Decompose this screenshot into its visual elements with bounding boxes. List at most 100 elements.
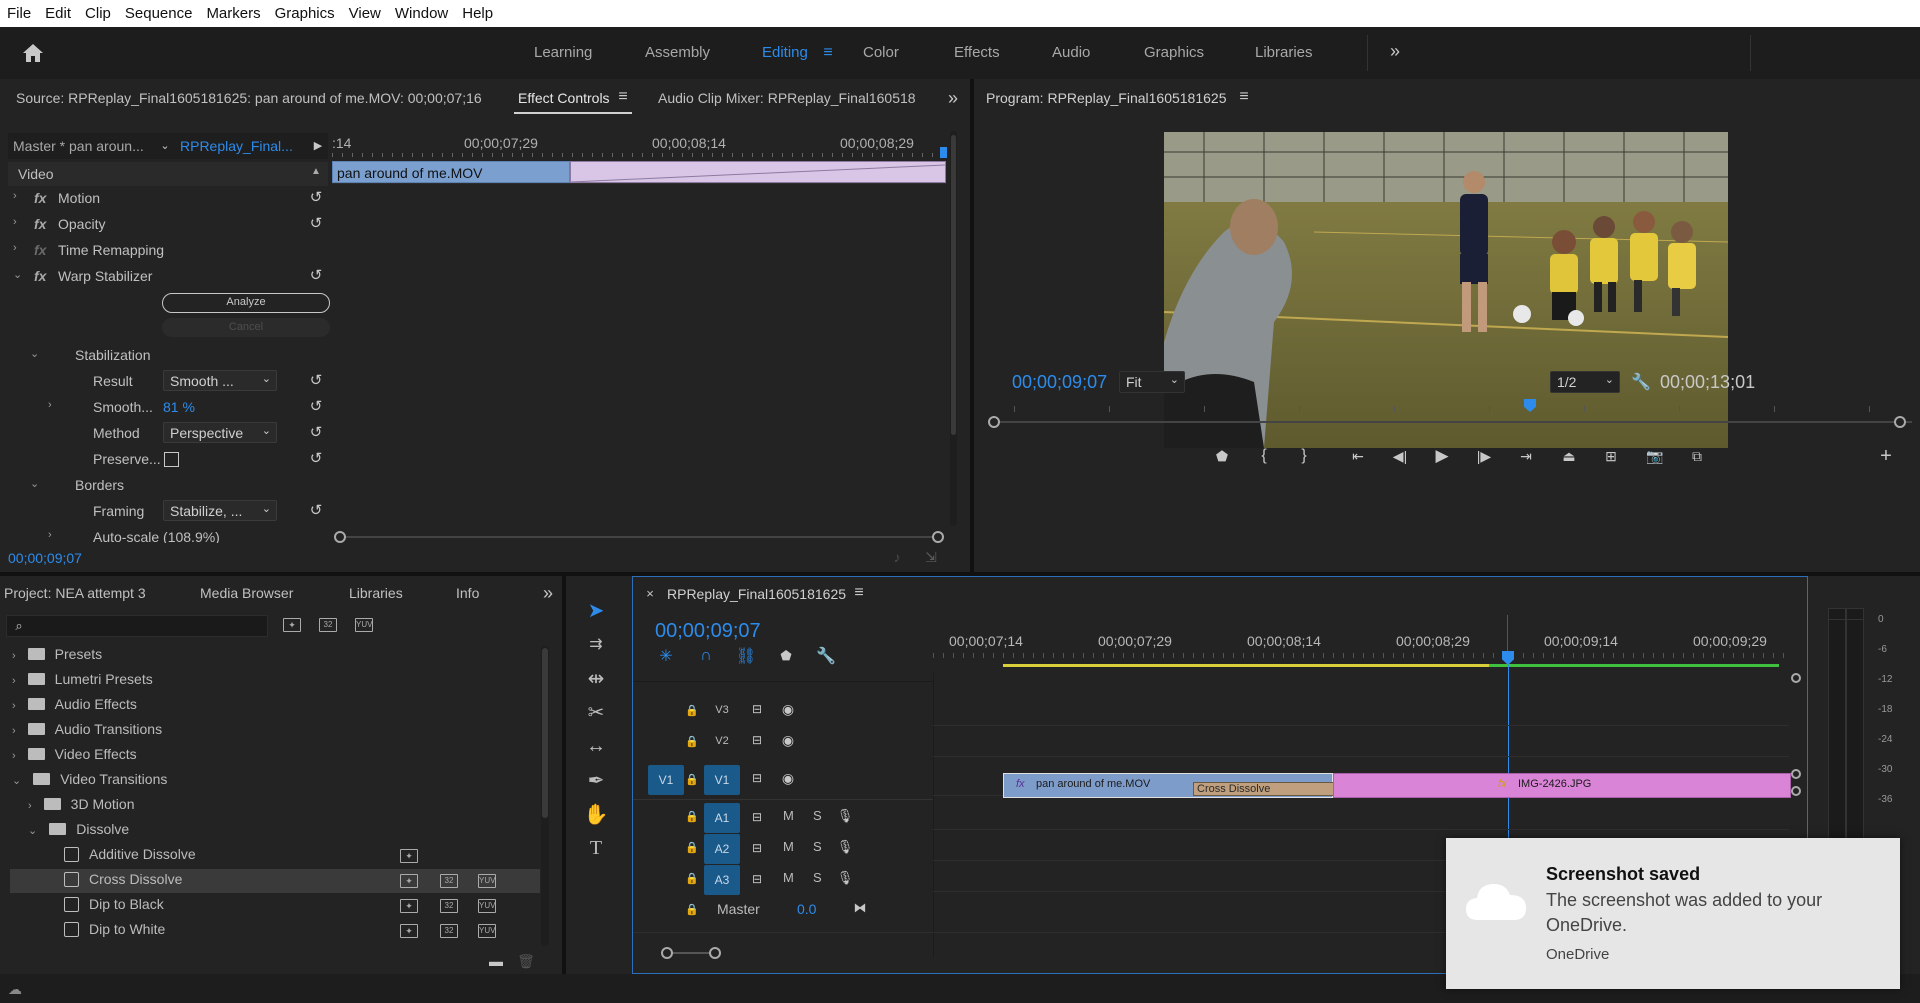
expand-icon[interactable]: ›: [48, 399, 52, 411]
fx-icon[interactable]: fx: [34, 268, 46, 284]
workspace-color[interactable]: Color: [863, 44, 899, 61]
add-marker-icon[interactable]: ⬟: [1210, 444, 1234, 468]
analyze-button[interactable]: Analyze: [162, 293, 330, 313]
workspace-assembly[interactable]: Assembly: [645, 44, 710, 61]
program-zoom-bar[interactable]: [992, 421, 1912, 423]
mark-in-icon[interactable]: {: [1252, 444, 1276, 468]
microphone-icon[interactable]: 🎙: [837, 807, 854, 825]
menu-markers[interactable]: Markers: [199, 5, 267, 22]
selection-tool-icon[interactable]: ➤: [582, 596, 610, 624]
panel-menu-icon[interactable]: ≡: [1236, 88, 1252, 106]
tab-audio-clip-mixer[interactable]: Audio Clip Mixer: RPReplay_Final160518: [658, 90, 920, 106]
sync-lock-icon[interactable]: ⊟: [748, 840, 766, 856]
reset-icon[interactable]: ↺: [308, 399, 324, 415]
close-icon[interactable]: ×: [643, 586, 657, 601]
lock-icon[interactable]: 🔒: [685, 840, 699, 854]
list-item[interactable]: ⌄ Dissolve: [28, 821, 129, 845]
extract-icon[interactable]: ⊞: [1598, 444, 1624, 468]
wrench-icon[interactable]: 🔧: [815, 645, 837, 667]
reset-icon[interactable]: ↺: [308, 216, 324, 232]
microphone-icon[interactable]: 🎙: [837, 869, 854, 887]
project-scrollbar[interactable]: [541, 646, 549, 946]
reset-icon[interactable]: ↺: [308, 425, 324, 441]
accelerated-effects-icon[interactable]: ✦: [283, 618, 301, 632]
track-label-v3[interactable]: V3: [704, 697, 740, 723]
effect-clip-bar[interactable]: pan around of me.MOV: [332, 161, 570, 183]
ripple-edit-tool-icon[interactable]: ⇹: [582, 664, 610, 692]
effect-timeline-ruler[interactable]: :14 00;00;07;29 00;00;08;14 00;00;08;29: [332, 131, 947, 159]
lock-icon[interactable]: 🔒: [685, 703, 699, 717]
workspace-libraries[interactable]: Libraries: [1255, 44, 1313, 61]
zoom-handle-left[interactable]: [661, 947, 673, 959]
time-remapping-row[interactable]: › fx Time Remapping: [8, 238, 328, 262]
list-item[interactable]: › Audio Effects: [12, 696, 137, 720]
tab-project[interactable]: Project: NEA attempt 3: [4, 585, 146, 601]
smoothness-value[interactable]: 81 %: [163, 399, 195, 415]
go-to-in-icon[interactable]: ⇤: [1346, 444, 1370, 468]
solo-button[interactable]: S: [813, 839, 822, 854]
reset-icon[interactable]: ↺: [308, 503, 324, 519]
more-workspaces-icon[interactable]: »: [1385, 41, 1405, 61]
workspace-editing[interactable]: Editing: [762, 44, 808, 61]
expand-icon[interactable]: ›: [48, 529, 52, 541]
wrench-icon[interactable]: 🔧: [1630, 371, 1652, 393]
comparison-view-icon[interactable]: ⧉: [1684, 444, 1710, 468]
home-icon[interactable]: [20, 40, 46, 66]
list-item[interactable]: › Lumetri Presets: [12, 671, 153, 695]
list-item[interactable]: ⌄ Video Transitions: [12, 771, 167, 795]
timeline-playhead-handle[interactable]: [1502, 651, 1514, 665]
zoom-handle-right[interactable]: [1894, 416, 1906, 428]
fx-icon[interactable]: fx: [34, 190, 46, 206]
stabilization-row[interactable]: ⌄ Stabilization: [8, 343, 328, 367]
add-marker-icon[interactable]: ⬟: [775, 645, 797, 667]
resolution-dropdown[interactable]: 1/2 ⌄: [1550, 371, 1620, 393]
source-patch-v1[interactable]: V1: [648, 765, 684, 795]
panel-menu-icon[interactable]: ≡: [851, 584, 867, 602]
creative-cloud-icon[interactable]: ☁: [6, 980, 24, 998]
tab-source[interactable]: Source: RPReplay_Final1605181625: pan ar…: [16, 90, 482, 106]
play-only-audio-icon[interactable]: ♪: [886, 548, 908, 566]
autoscale-row[interactable]: › Auto-scale (108.9%): [8, 525, 328, 543]
go-to-out-icon[interactable]: ⇥: [1514, 444, 1538, 468]
step-forward-icon[interactable]: |▶: [1472, 444, 1496, 468]
list-item[interactable]: › Audio Transitions: [12, 721, 162, 745]
menu-window[interactable]: Window: [388, 5, 455, 22]
hand-tool-icon[interactable]: ✋: [582, 800, 610, 828]
expand-icon[interactable]: ›: [13, 216, 17, 228]
cancel-button[interactable]: Cancel: [162, 318, 330, 337]
menu-graphics[interactable]: Graphics: [268, 5, 342, 22]
step-back-icon[interactable]: ◀|: [1388, 444, 1412, 468]
nest-icon[interactable]: ✳: [655, 645, 677, 667]
reset-icon[interactable]: ↺: [308, 190, 324, 206]
type-tool-icon[interactable]: T: [582, 834, 610, 862]
sync-lock-icon[interactable]: ⊟: [748, 701, 766, 717]
new-bin-icon[interactable]: ▬: [486, 952, 506, 970]
fit-dropdown[interactable]: Fit ⌄: [1119, 371, 1185, 393]
effects-search-input[interactable]: ⌕: [6, 615, 268, 637]
menu-file[interactable]: File: [0, 5, 38, 22]
motion-row[interactable]: › fx Motion ↺: [8, 186, 328, 210]
mute-button[interactable]: M: [783, 870, 794, 885]
track-label-a1[interactable]: A1: [704, 803, 740, 833]
microphone-icon[interactable]: 🎙: [837, 838, 854, 856]
lift-icon[interactable]: ⏏: [1556, 444, 1582, 468]
solo-button[interactable]: S: [813, 808, 822, 823]
borders-row[interactable]: ⌄ Borders: [8, 473, 328, 497]
panel-menu-icon[interactable]: ≡: [615, 88, 631, 106]
tab-effect-controls[interactable]: Effect Controls: [518, 90, 610, 106]
list-item[interactable]: Additive Dissolve: [64, 846, 196, 870]
master-solo-icon[interactable]: ⧓: [851, 899, 869, 917]
list-item[interactable]: Dip to White: [64, 921, 165, 945]
zoom-handle-right[interactable]: [709, 947, 721, 959]
menu-view[interactable]: View: [342, 5, 388, 22]
collapse-icon[interactable]: ⌄: [13, 268, 22, 281]
toast-notification[interactable]: Screenshot saved The screenshot was adde…: [1446, 838, 1900, 989]
menu-edit[interactable]: Edit: [38, 5, 78, 22]
list-item[interactable]: › Presets: [12, 646, 102, 670]
master-volume-value[interactable]: 0.0: [797, 901, 816, 917]
list-item[interactable]: Dip to Black: [64, 896, 164, 920]
track-label-v2[interactable]: V2: [704, 728, 740, 754]
export-icon[interactable]: ⇲: [920, 548, 942, 566]
timeline-ruler[interactable]: [933, 653, 1789, 658]
opacity-row[interactable]: › fx Opacity ↺: [8, 212, 328, 236]
